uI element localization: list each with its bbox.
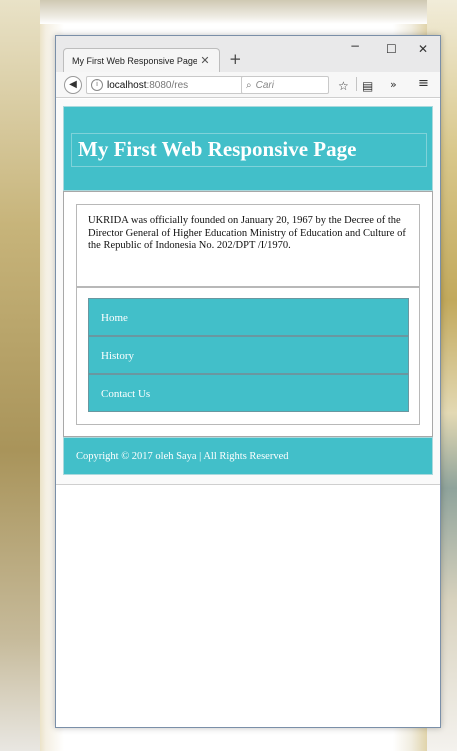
article-text: UKRIDA was officially founded on January… [76, 204, 420, 287]
new-tab-button[interactable]: + [229, 50, 242, 68]
tab-title: My First Web Responsive Page [72, 55, 197, 66]
address-bar[interactable]: i localhost:8080/res C [86, 76, 258, 94]
desktop-backdrop-top [0, 0, 457, 24]
search-icon: ⌕ [246, 79, 252, 91]
nav-item-history[interactable]: History [88, 336, 409, 374]
star-icon[interactable]: ☆ [338, 79, 349, 93]
maximize-button[interactable]: ☐ [386, 42, 397, 56]
back-button[interactable]: ◀ [64, 76, 82, 94]
minimize-button[interactable]: − [350, 39, 360, 53]
toolbar-separator [356, 77, 357, 91]
url-path: :8080/res [146, 79, 189, 91]
reader-icon[interactable]: ▤ [362, 79, 373, 93]
url-host: localhost [107, 79, 147, 91]
overflow-icon[interactable]: » [390, 78, 397, 91]
search-placeholder: Cari [255, 79, 274, 91]
browser-toolbar: ◀ i localhost:8080/res C ⌕ Cari ☆ ▤ » ≡ [56, 72, 440, 98]
browser-window: My First Web Responsive Page ✕ + − ☐ ✕ ◀… [55, 35, 441, 728]
desktop-backdrop-left [0, 0, 40, 751]
page-viewport: My First Web Responsive Page UKRIDA was … [56, 99, 440, 727]
content-box: UKRIDA was officially founded on January… [63, 191, 433, 437]
search-input[interactable]: ⌕ Cari [241, 76, 329, 94]
menu-icon[interactable]: ≡ [418, 76, 429, 91]
page-title: My First Web Responsive Page [78, 137, 357, 161]
title-bar: My First Web Responsive Page ✕ + − ☐ ✕ [56, 36, 440, 72]
browser-tab[interactable]: My First Web Responsive Page ✕ [63, 48, 220, 72]
close-window-button[interactable]: ✕ [418, 42, 428, 56]
info-icon[interactable]: i [91, 79, 103, 91]
site-header: My First Web Responsive Page [63, 106, 433, 191]
site-footer: Copyright © 2017 oleh Saya | All Rights … [63, 437, 433, 475]
nav-item-home[interactable]: Home [88, 298, 409, 336]
nav-item-contact-us[interactable]: Contact Us [88, 374, 409, 412]
site-nav: Home History Contact Us [76, 287, 420, 425]
page-container: My First Web Responsive Page UKRIDA was … [56, 99, 440, 485]
tab-close-icon[interactable]: ✕ [197, 54, 213, 67]
